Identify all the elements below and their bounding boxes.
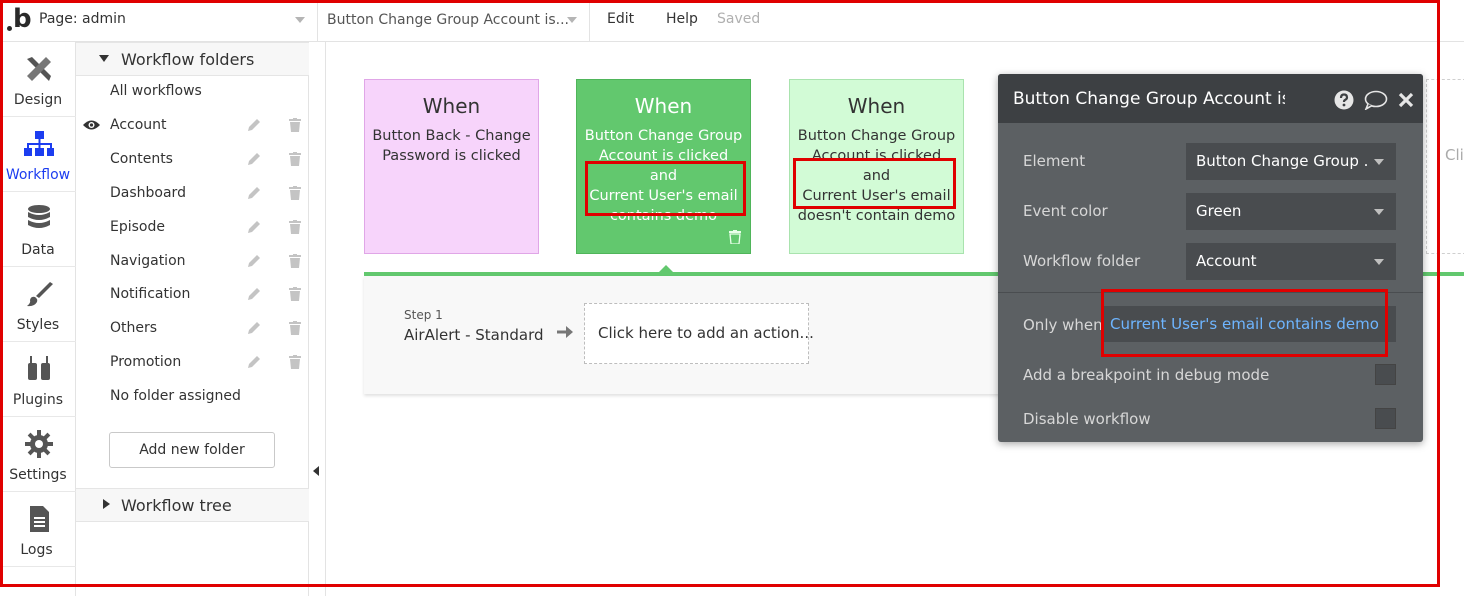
- annotation-highlight: [1101, 289, 1388, 357]
- annotation-highlight: [793, 158, 956, 209]
- annotation-highlight: [585, 161, 746, 216]
- event-text: Cli: [1445, 146, 1464, 164]
